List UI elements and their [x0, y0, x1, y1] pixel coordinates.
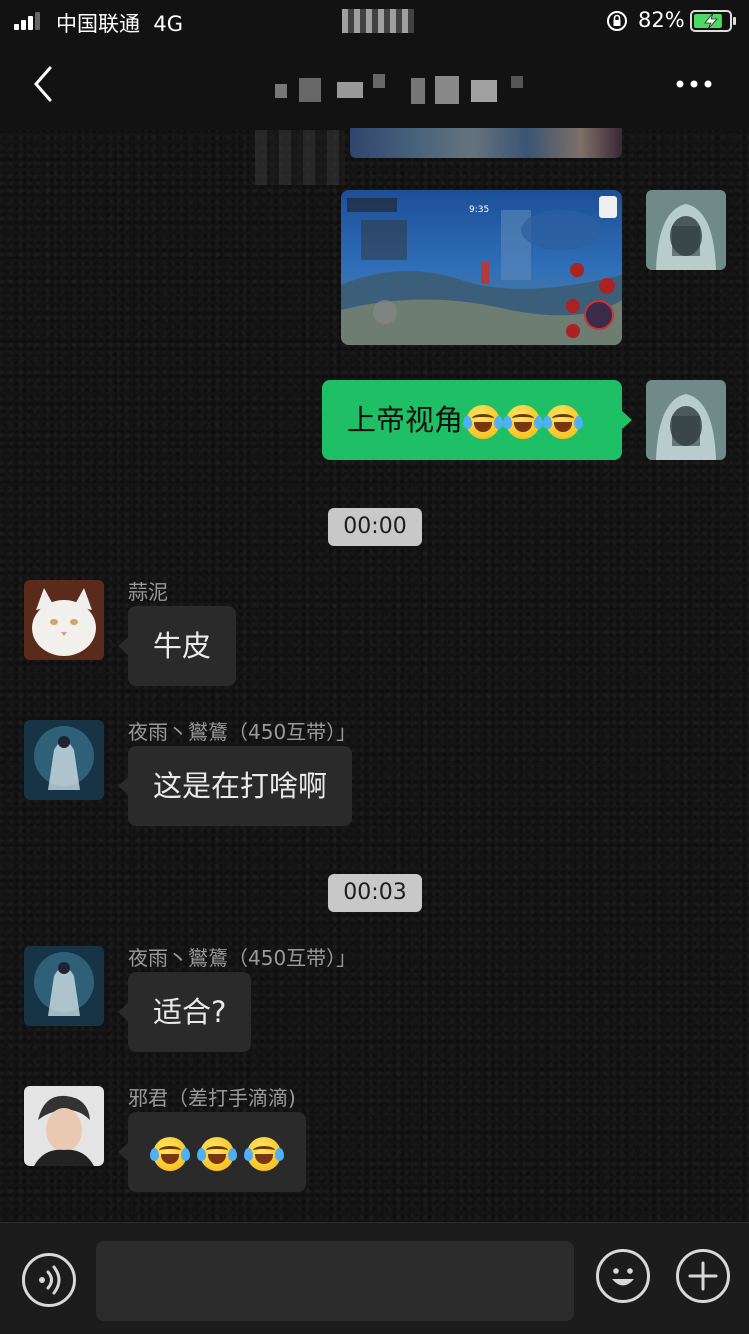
message-input[interactable]	[96, 1241, 574, 1321]
timestamp: 00:00	[328, 508, 422, 546]
tears-of-joy-emoji	[197, 1137, 237, 1171]
time-redacted	[342, 9, 414, 33]
tears-of-joy-emoji	[244, 1137, 284, 1171]
emoji-button[interactable]	[596, 1249, 650, 1303]
message-text: 这是在打啥啊	[153, 769, 328, 803]
chevron-left-icon[interactable]	[30, 64, 56, 104]
message-text: 适合?	[153, 995, 227, 1029]
incoming-message-bubble[interactable]	[118, 1112, 306, 1192]
redacted-area	[255, 130, 345, 185]
contact-avatar[interactable]	[24, 1086, 104, 1166]
game-screenshot-image: 9:35	[341, 190, 622, 345]
image-message[interactable]: 9:35	[341, 190, 622, 345]
contact-avatar[interactable]	[24, 946, 104, 1026]
my-avatar[interactable]	[646, 190, 726, 270]
sender-name: 邪君（差打手滴滴)	[128, 1086, 296, 1110]
my-avatar[interactable]	[646, 380, 726, 460]
input-bar	[0, 1222, 749, 1334]
message-text: 牛皮	[153, 629, 212, 663]
tears-of-joy-emoji	[150, 1137, 190, 1171]
battery-charging-icon	[690, 10, 736, 32]
nav-bar	[0, 42, 749, 130]
incoming-message-bubble[interactable]: 这是在打啥啊	[117, 746, 353, 826]
voice-button[interactable]	[22, 1253, 76, 1307]
battery-percent: 82%	[638, 8, 685, 32]
message-text: 上帝视角	[347, 403, 464, 437]
plus-icon	[688, 1261, 718, 1291]
crying-laughing-emoji	[543, 405, 584, 439]
chat-title-redacted	[275, 72, 525, 112]
incoming-message-bubble[interactable]: 适合?	[117, 972, 252, 1052]
voice-icon	[39, 1265, 61, 1295]
sender-name: 蒜泥	[128, 580, 168, 604]
plus-button[interactable]	[676, 1249, 730, 1303]
ellipsis-icon[interactable]	[672, 74, 716, 94]
rotation-lock-icon	[607, 11, 627, 31]
outgoing-message-bubble[interactable]: 上帝视角	[322, 380, 632, 460]
smiley-icon	[612, 1268, 634, 1286]
game-timer: 9:35	[469, 205, 489, 215]
sender-name: 夜雨丶鸑鷟（450互带）」	[128, 946, 357, 970]
crying-laughing-emoji	[503, 405, 544, 439]
carrier-label: 中国联通 4G	[56, 12, 183, 36]
signal-icon	[14, 12, 48, 30]
image-message-partial[interactable]	[350, 128, 622, 158]
contact-avatar[interactable]	[24, 720, 104, 800]
crying-laughing-emoji	[463, 405, 504, 439]
contact-avatar[interactable]	[24, 580, 104, 660]
status-bar: 中国联通 4G 82%	[0, 0, 749, 42]
timestamp: 00:03	[328, 874, 422, 912]
sender-name: 夜雨丶鸑鷟（450互带）」	[128, 720, 357, 744]
incoming-message-bubble[interactable]: 牛皮	[117, 606, 237, 686]
